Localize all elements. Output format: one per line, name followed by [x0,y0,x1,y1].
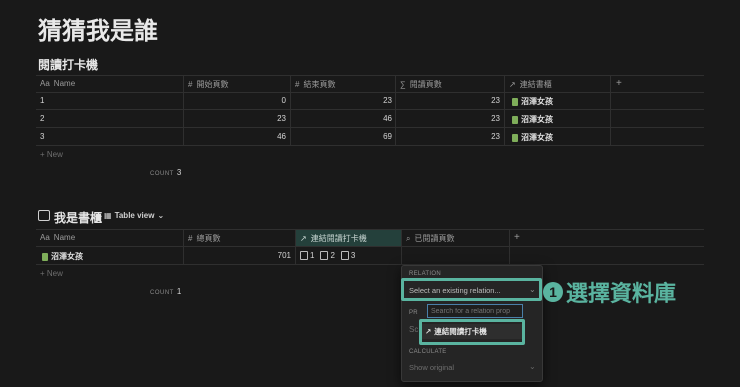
table-icon: ▦ [104,211,112,220]
column-header-pages-read[interactable]: ⌕ 已閱讀頁數 [406,233,454,244]
property-label: PR [409,310,418,316]
hash-icon: # [295,80,300,89]
column-header-name[interactable]: Aa Name [40,79,75,88]
text-icon: Aa [40,233,50,242]
divider [183,75,184,145]
table-cell-book-link[interactable]: 沼澤女孩 [512,96,553,107]
table-cell-read: 23 [491,132,500,141]
table-cell-total-pages[interactable]: 701 [231,251,291,260]
divider [183,229,184,264]
view-switcher[interactable]: ▦ Table view ⌄ [104,211,164,220]
column-header-total-pages[interactable]: # 總頁數 [188,233,220,244]
plus-icon: + [40,269,47,278]
column-header-start[interactable]: # 開始頁數 [188,79,228,90]
table-row-name[interactable]: 沼澤女孩 [42,251,83,262]
new-row-button[interactable]: + New [40,150,63,159]
calculate-select[interactable]: Show original [409,363,454,372]
doc-icon [340,251,349,261]
hash-icon: # [188,234,193,243]
search-icon: ⌕ [406,233,411,243]
divider [36,109,704,110]
add-property-button[interactable]: + [514,232,520,243]
table-row-name[interactable]: 2 [40,114,44,123]
column-header-end[interactable]: # 結束頁數 [295,79,335,90]
annotation-text: 選擇資料庫 [566,281,677,306]
relation-link[interactable]: 1 [300,251,314,261]
table-row-name[interactable]: 1 [40,96,44,105]
book-icon [512,133,518,142]
page-title: 猜猜我是誰 [38,18,158,45]
table-cell-start[interactable]: 46 [226,132,286,141]
table-cell-end[interactable]: 69 [332,132,392,141]
table-cell-end[interactable]: 46 [332,114,392,123]
table-cell-book-link[interactable]: 沼澤女孩 [512,132,553,143]
divider [610,75,611,145]
table-cell-start[interactable]: 0 [226,96,286,105]
column-header-relation[interactable]: ↗ 連結閱讀打卡機 [300,233,367,244]
divider [36,127,704,128]
divider [36,246,704,247]
highlight-relation-option [419,319,525,345]
divider [509,229,510,264]
divider [36,92,704,93]
relation-link[interactable]: 3 [340,251,355,261]
plus-icon: + [616,78,622,89]
relation-link[interactable]: 2 [320,251,335,261]
doc-icon [300,251,308,261]
book-icon [512,97,518,106]
book-icon [512,115,518,124]
database-title-bookshelf[interactable]: 我是書櫃 [54,209,102,226]
table-cell-read: 23 [491,114,500,123]
table-cell-end[interactable]: 23 [332,96,392,105]
divider [504,75,505,145]
arrow-up-right-icon: ↗ [509,80,516,89]
database-title-reading-log[interactable]: 閱讀打卡機 [38,56,98,73]
table-row-name[interactable]: 3 [40,132,44,141]
sigma-icon: ∑ [400,80,406,89]
table-cell-read: 23 [491,96,500,105]
count-summary[interactable]: COUNT 3 [150,168,182,177]
table-icon [38,210,50,221]
text-icon: Aa [40,79,50,88]
hash-icon: # [188,80,193,89]
step-annotation: 1 選擇資料庫 [543,276,676,308]
divider [36,145,704,146]
divider [401,229,402,264]
relation-label: RELATION [409,271,441,277]
relation-search-input[interactable] [427,304,523,318]
new-row-button[interactable]: + New [40,269,63,278]
calculate-label: CALCULATE [409,349,447,355]
book-icon [42,252,48,261]
plus-icon: + [514,232,520,243]
divider [395,75,396,145]
table-cell-book-link[interactable]: 沼澤女孩 [512,114,553,125]
column-header-read[interactable]: ∑ 閱讀頁數 [400,79,442,90]
property-select-hint: Sc [409,325,419,334]
doc-icon [320,251,329,261]
divider [36,75,704,76]
highlight-relation-select [401,278,542,301]
chevron-down-icon: ⌄ [157,211,165,220]
step-number-badge: 1 [543,282,563,302]
chevron-down-icon: ⌄ [529,362,536,371]
divider [290,75,291,145]
column-header-name[interactable]: Aa Name [40,233,75,242]
divider [36,264,704,265]
table-cell-relation[interactable]: 1 2 3 [300,251,355,261]
count-summary[interactable]: COUNT 1 [150,287,182,296]
add-property-button[interactable]: + [616,78,622,89]
table-cell-start[interactable]: 23 [226,114,286,123]
column-header-bookshelf[interactable]: ↗ 連結書櫃 [509,79,552,90]
arrow-up-right-icon: ↗ [300,234,307,243]
plus-icon: + [40,150,47,159]
